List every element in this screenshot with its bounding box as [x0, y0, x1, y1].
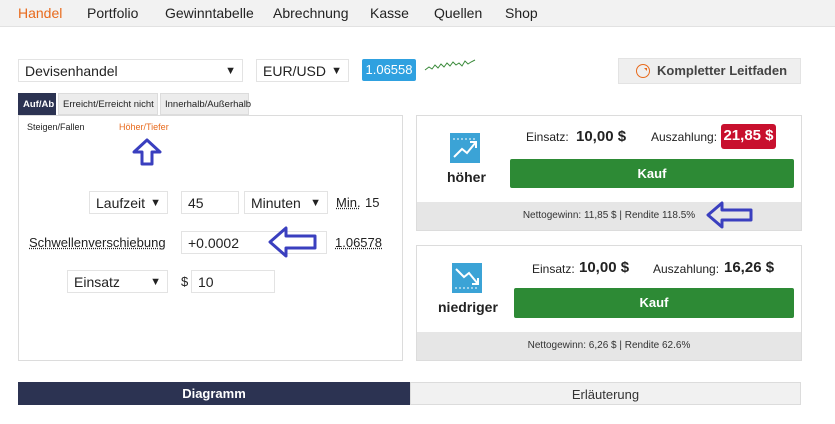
barrier-label: Schwellenverschiebung	[29, 235, 166, 250]
higher-label: höher	[447, 169, 486, 185]
price-badge: 1.06558	[362, 59, 416, 81]
chevron-down-icon: ▼	[225, 65, 236, 77]
tab-auf-ab[interactable]: Auf/Ab	[18, 93, 56, 115]
amount-type-value: Einsatz	[74, 274, 120, 290]
arrow-left-icon	[706, 201, 753, 229]
chevron-down-icon: ▼	[331, 65, 342, 77]
trend-down-icon	[452, 263, 482, 293]
guide-button-label: Kompletter Leitfaden	[657, 63, 788, 78]
subtype-steigen-fallen[interactable]: Steigen/Fallen	[27, 122, 85, 132]
compass-icon	[636, 64, 650, 78]
amount-type-select[interactable]: Einsatz ▼	[67, 270, 168, 293]
arrow-left-icon	[268, 226, 317, 258]
guide-button[interactable]: Kompletter Leitfaden	[618, 58, 801, 84]
tab-erlaeuterung[interactable]: Erläuterung	[410, 382, 801, 405]
barrier-price: 1.06578	[335, 235, 382, 250]
nav-shop[interactable]: Shop	[505, 5, 538, 21]
min-duration-value: 15	[365, 195, 380, 210]
amount-input[interactable]: 10	[191, 270, 275, 293]
duration-type-value: Laufzeit	[96, 195, 146, 211]
higher-stake-label: Einsatz:	[526, 130, 569, 144]
duration-type-select[interactable]: Laufzeit ▼	[89, 191, 168, 214]
tab-diagramm[interactable]: Diagramm	[18, 382, 410, 405]
market-select[interactable]: Devisenhandel ▼	[18, 59, 243, 82]
higher-stake-value: 10,00 $	[576, 128, 627, 145]
lower-footer: Nettogewinn: 6,26 $ | Rendite 62.6%	[417, 332, 801, 360]
market-select-value: Devisenhandel	[25, 63, 118, 79]
nav-kasse[interactable]: Kasse	[370, 5, 409, 21]
nav-gewinntabelle[interactable]: Gewinntabelle	[165, 5, 254, 21]
nav-handel[interactable]: Handel	[18, 5, 62, 21]
lower-buy-button[interactable]: Kauf	[514, 288, 794, 318]
pair-select-value: EUR/USD	[263, 63, 327, 79]
trend-up-icon	[450, 133, 480, 163]
lower-payout-label: Auszahlung:	[653, 262, 720, 276]
currency-symbol: $	[181, 274, 189, 289]
higher-payout-label: Auszahlung:	[651, 130, 718, 144]
chevron-down-icon: ▼	[310, 197, 321, 209]
min-duration-label: Min.	[336, 195, 361, 210]
subtype-hoeher-tiefer[interactable]: Höher/Tiefer	[119, 122, 169, 132]
lower-label: niedriger	[438, 299, 498, 315]
chevron-down-icon: ▼	[150, 276, 161, 288]
pair-select[interactable]: EUR/USD ▼	[256, 59, 349, 82]
lower-card: niedriger Einsatz: 10,00 $ Auszahlung: 1…	[416, 245, 802, 361]
tab-erreicht[interactable]: Erreicht/Erreicht nicht	[58, 93, 158, 115]
duration-unit-select[interactable]: Minuten ▼	[244, 191, 328, 214]
nav-portfolio[interactable]: Portfolio	[87, 5, 138, 21]
top-navigation: Handel Portfolio Gewinntabelle Abrechnun…	[0, 0, 835, 27]
lower-payout-value: 16,26 $	[724, 259, 775, 276]
sparkline-icon	[424, 59, 476, 71]
higher-payout-badge: 21,85 $	[721, 124, 776, 149]
nav-quellen[interactable]: Quellen	[434, 5, 482, 21]
arrow-up-icon	[132, 138, 162, 166]
higher-buy-button[interactable]: Kauf	[510, 159, 794, 188]
duration-unit-value: Minuten	[251, 195, 301, 211]
lower-stake-value: 10,00 $	[579, 259, 630, 276]
lower-stake-label: Einsatz:	[532, 262, 575, 276]
nav-abrechnung[interactable]: Abrechnung	[273, 5, 349, 21]
duration-input[interactable]: 45	[181, 191, 239, 214]
chevron-down-icon: ▼	[150, 197, 161, 209]
tab-innerhalb[interactable]: Innerhalb/Außerhalb	[160, 93, 251, 115]
